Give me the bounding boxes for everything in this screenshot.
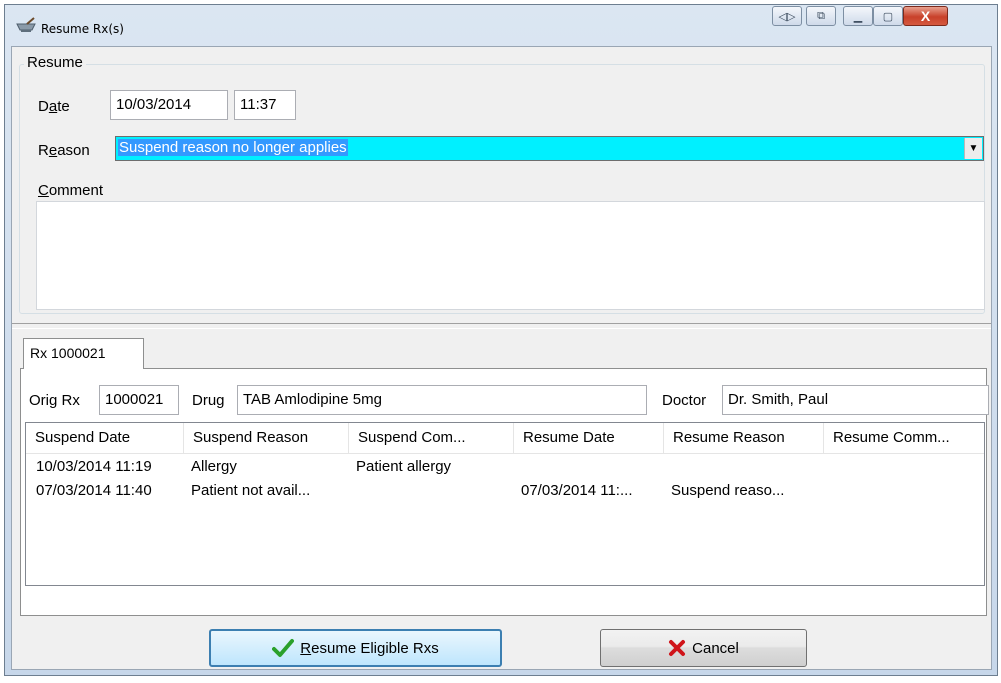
cell-resume-date: 07/03/2014 11:... bbox=[521, 482, 633, 499]
list-header: Suspend Date Suspend Reason Suspend Com.… bbox=[26, 423, 984, 454]
cancel-button[interactable]: Cancel bbox=[600, 629, 807, 667]
minimize-button[interactable]: ▁ bbox=[843, 6, 873, 26]
drug-label: Drug bbox=[192, 392, 225, 409]
date-input[interactable]: 10/03/2014 bbox=[110, 90, 228, 120]
title-bar[interactable]: Resume Rx(s) ◁▷ ⧉ ▁ ▢ X bbox=[5, 5, 997, 47]
arrows-icon: ◁▷ bbox=[778, 10, 796, 23]
date-label: Date bbox=[38, 98, 70, 115]
orig-rx-label: Orig Rx bbox=[29, 392, 80, 409]
cell-resume-reason: Suspend reaso... bbox=[671, 482, 785, 499]
cell-suspend-date: 10/03/2014 11:19 bbox=[36, 458, 152, 475]
window-title: Resume Rx(s) bbox=[41, 22, 124, 36]
minimize-icon: ▁ bbox=[853, 10, 863, 23]
time-input[interactable]: 11:37 bbox=[234, 90, 296, 120]
cell-suspend-reason: Allergy bbox=[191, 458, 237, 475]
checkmark-icon bbox=[272, 639, 295, 657]
column-header[interactable]: Resume Reason bbox=[664, 423, 824, 453]
reason-label: Reason bbox=[38, 142, 90, 159]
maximize-icon: ▢ bbox=[882, 10, 894, 23]
comment-textarea[interactable] bbox=[36, 201, 985, 310]
maximize-button[interactable]: ▢ bbox=[873, 6, 903, 26]
close-button[interactable]: X bbox=[903, 6, 948, 26]
copy-window-button[interactable]: ⧉ bbox=[806, 6, 836, 26]
column-header[interactable]: Suspend Com... bbox=[349, 423, 514, 453]
cancel-x-icon bbox=[669, 640, 686, 656]
tab-rx-1000021[interactable]: Rx 1000021 bbox=[23, 338, 144, 369]
doctor-label: Doctor bbox=[662, 392, 707, 409]
splitter[interactable] bbox=[12, 323, 991, 329]
reason-selected-value: Suspend reason no longer applies bbox=[118, 139, 348, 156]
dropdown-arrow-icon[interactable]: ▼ bbox=[964, 138, 982, 159]
cell-suspend-reason: Patient not avail... bbox=[191, 482, 311, 499]
close-icon: X bbox=[920, 8, 931, 24]
cancel-button-label: Cancel bbox=[692, 639, 739, 657]
reason-select[interactable]: Suspend reason no longer applies ▼ bbox=[115, 136, 984, 161]
column-header[interactable]: Resume Date bbox=[514, 423, 664, 453]
resume-button-label: Resume Eligible Rxs bbox=[300, 639, 439, 657]
dock-toggle-button[interactable]: ◁▷ bbox=[772, 6, 802, 26]
dialog-client-area: Resume Date 10/03/2014 11:37 Reason Susp… bbox=[11, 46, 992, 670]
column-header[interactable]: Resume Comm... bbox=[824, 423, 984, 453]
doctor-field: Dr. Smith, Paul bbox=[722, 385, 989, 415]
comment-label: Comment bbox=[38, 182, 104, 199]
column-header[interactable]: Suspend Date bbox=[26, 423, 184, 453]
resume-rx-dialog: Resume Rx(s) ◁▷ ⧉ ▁ ▢ X Resume Date 10/0… bbox=[4, 4, 998, 676]
mortar-pestle-icon bbox=[16, 17, 36, 32]
table-row[interactable]: 07/03/2014 11:40 Patient not avail... 07… bbox=[26, 479, 984, 503]
copy-icon: ⧉ bbox=[817, 9, 825, 22]
drug-field: TAB Amlodipine 5mg bbox=[237, 385, 647, 415]
column-header[interactable]: Suspend Reason bbox=[184, 423, 349, 453]
table-row[interactable]: 10/03/2014 11:19 Allergy Patient allergy bbox=[26, 455, 984, 479]
resume-eligible-rxs-button[interactable]: Resume Eligible Rxs bbox=[209, 629, 502, 667]
suspend-history-list[interactable]: Suspend Date Suspend Reason Suspend Com.… bbox=[25, 422, 985, 586]
cell-suspend-comment: Patient allergy bbox=[356, 458, 452, 475]
cell-suspend-date: 07/03/2014 11:40 bbox=[36, 482, 152, 499]
resume-legend: Resume bbox=[24, 54, 86, 71]
orig-rx-field: 1000021 bbox=[99, 385, 179, 415]
